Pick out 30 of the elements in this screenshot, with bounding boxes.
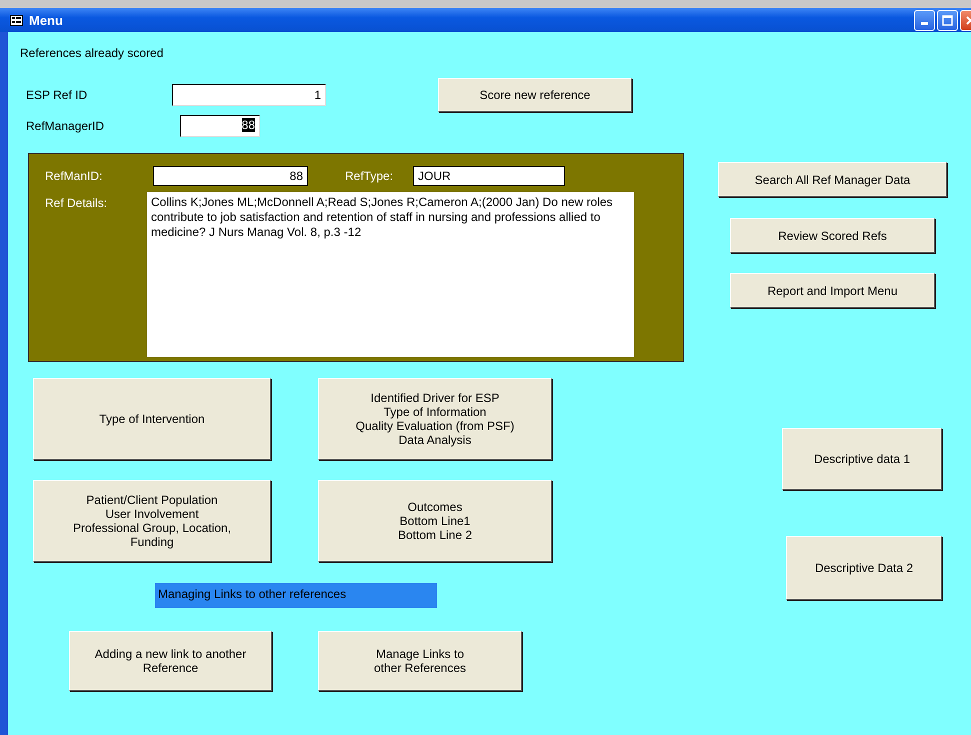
maximize-icon (942, 14, 953, 26)
side-button[interactable]: Report and Import Menu (730, 273, 935, 308)
minimize-icon (921, 22, 928, 24)
form-icon (10, 14, 23, 26)
field-label: ESP Ref ID (26, 88, 88, 102)
side-button[interactable]: Review Scored Refs (730, 218, 935, 253)
section-button[interactable]: Outcomes Bottom Line1 Bottom Line 2 (318, 480, 552, 562)
field-label: RefManID: (45, 169, 104, 183)
descriptive-data-button[interactable]: Descriptive Data 2 (786, 536, 942, 600)
section-heading: References already scored (20, 46, 164, 60)
field-label: RefType: (345, 169, 394, 183)
section-button[interactable]: Type of Intervention (33, 378, 271, 460)
section-button[interactable]: Identified Driver for ESP Type of Information Quality Evaluation (from PSF) Data Analysis (318, 378, 552, 460)
side-button[interactable]: Search All Ref Manager Data (718, 162, 947, 197)
field-label: RefManagerID (26, 119, 106, 133)
field-label: Ref Details: (45, 196, 108, 210)
reftype-field[interactable]: JOUR (413, 166, 565, 186)
links-label: Managing Links to other references (155, 583, 437, 608)
ref-manager-id-field[interactable]: 88 (180, 115, 260, 137)
minimize-button[interactable] (914, 10, 935, 30)
link-button[interactable]: Manage Links to other References (318, 631, 522, 691)
link-button[interactable]: Adding a new link to another Reference (69, 631, 272, 691)
section-button[interactable]: Patient/Client Population User Involvement Professional Group, Location, Funding (33, 480, 271, 562)
score-new-reference-button[interactable]: Score new reference (438, 78, 632, 112)
window-title: Menu (29, 12, 64, 28)
maximize-button[interactable] (937, 10, 958, 30)
esp-ref-id-field[interactable]: 1 (172, 84, 326, 106)
descriptive-data-button[interactable]: Descriptive data 1 (782, 428, 942, 490)
ref-details-field[interactable]: Collins K;Jones ML;McDonnell A;Read S;Jones R;Cameron A;(2000 Jan) Do new roles contribute to job satisfaction and retention of staff in nursing and professions allied to medicine? J Nurs Manag Vol. 8, p.3 -12 (147, 192, 634, 357)
refmanid-field[interactable]: 88 (153, 166, 308, 186)
